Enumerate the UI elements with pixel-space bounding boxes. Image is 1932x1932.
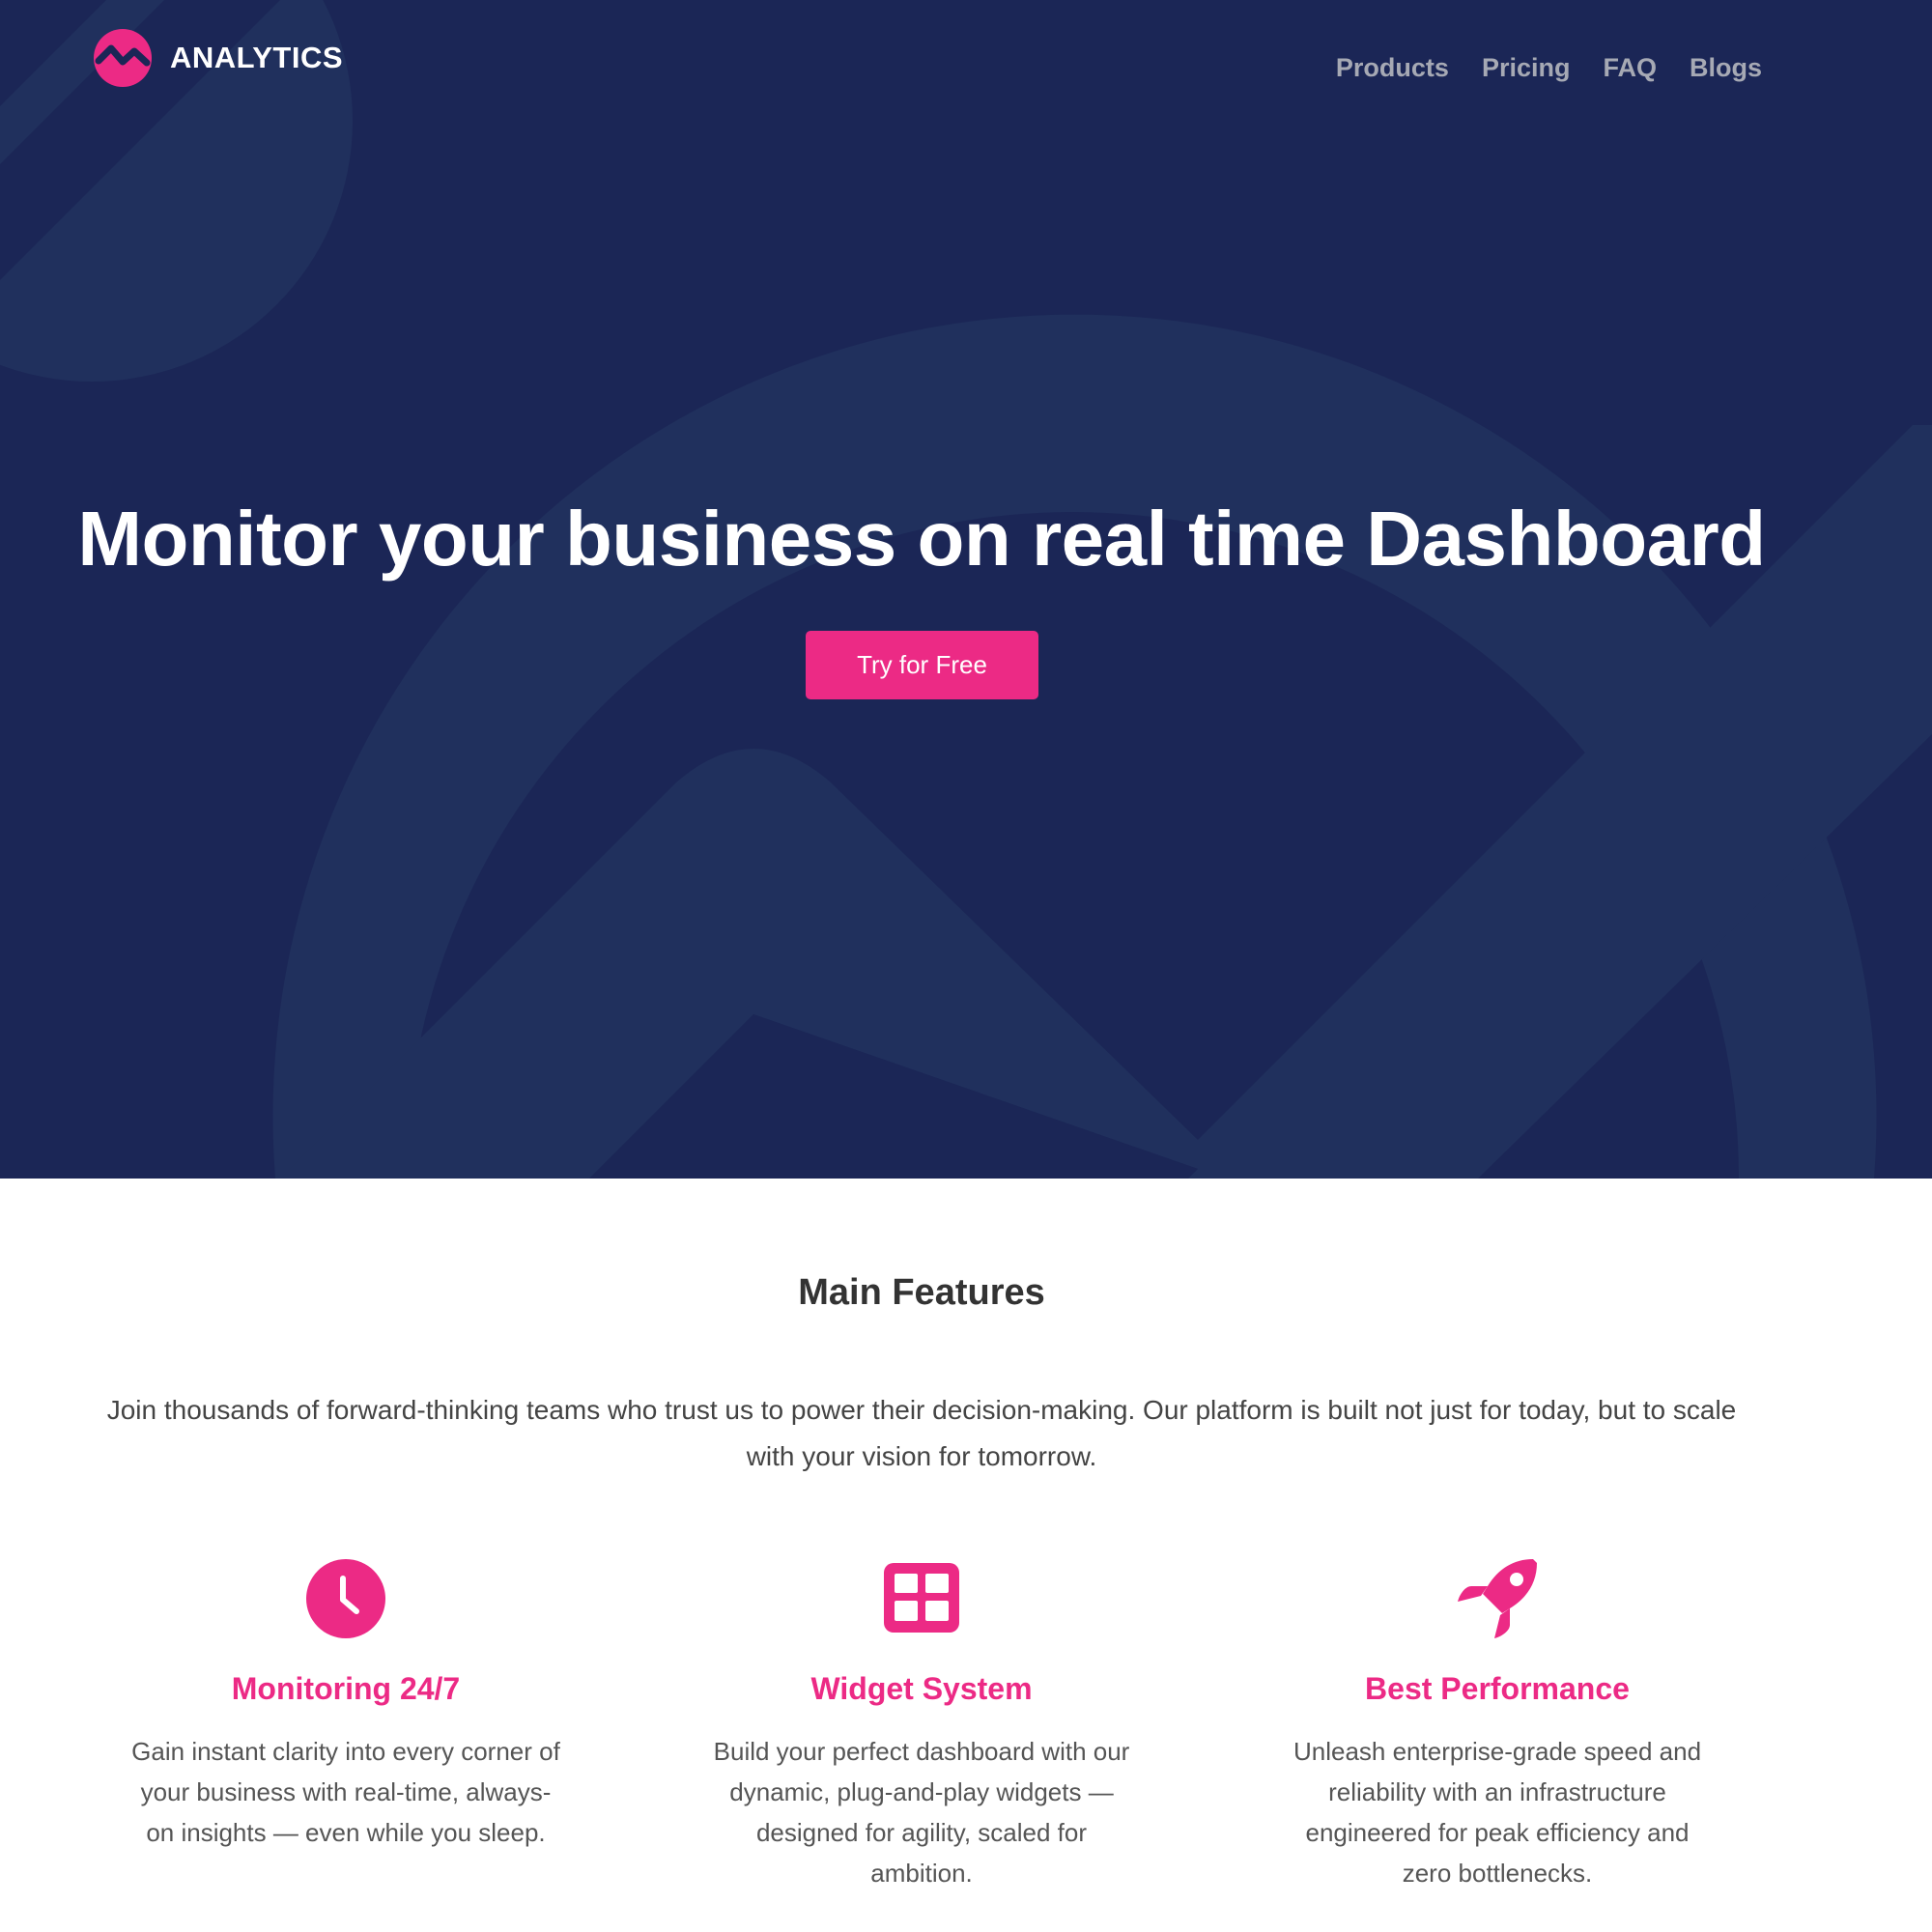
feature-card-widgets: Widget System Build your perfect dashboa…: [690, 1557, 1153, 1893]
feature-description: Gain instant clarity into every corner o…: [131, 1737, 560, 1847]
nav-link-products[interactable]: Products: [1336, 46, 1449, 89]
hero-title: Monitor your business on real time Dashb…: [77, 496, 1766, 582]
feature-card-monitoring: Monitoring 24/7 Gain instant clarity int…: [114, 1557, 578, 1853]
feature-title: Monitoring 24/7: [231, 1671, 461, 1706]
brand-name: ANALYTICS: [170, 41, 344, 74]
features-intro-text: Join thousands of forward-thinking teams…: [106, 1395, 1737, 1471]
hero-section: ANALYTICS Products Pricing FAQ Blogs Mon…: [0, 0, 1932, 1179]
nav-link-blogs[interactable]: Blogs: [1690, 46, 1762, 89]
brand-logo[interactable]: ANALYTICS: [93, 27, 343, 89]
main-features-section: Main Features Join thousands of forward-…: [0, 1179, 1932, 1932]
nav-link-pricing[interactable]: Pricing: [1482, 46, 1571, 89]
feature-card-performance: Best Performance Unleash enterprise-grad…: [1265, 1557, 1729, 1893]
feature-description: Build your perfect dashboard with our dy…: [713, 1737, 1130, 1888]
widget-grid-icon: [884, 1563, 959, 1633]
features-heading: Main Features: [798, 1272, 1045, 1313]
main-nav: Products Pricing FAQ Blogs: [1336, 46, 1762, 89]
rocket-icon: [1458, 1559, 1537, 1638]
nav-link-faq[interactable]: FAQ: [1603, 46, 1657, 89]
try-for-free-button[interactable]: Try for Free: [806, 631, 1038, 699]
hero-background-graphic: [0, 0, 1932, 1179]
feature-title: Best Performance: [1365, 1671, 1630, 1706]
feature-description: Unleash enterprise-grade speed and relia…: [1293, 1737, 1702, 1888]
trend-line-circle-icon: [94, 29, 152, 87]
feature-title: Widget System: [810, 1671, 1033, 1706]
clock-icon: [306, 1559, 385, 1638]
